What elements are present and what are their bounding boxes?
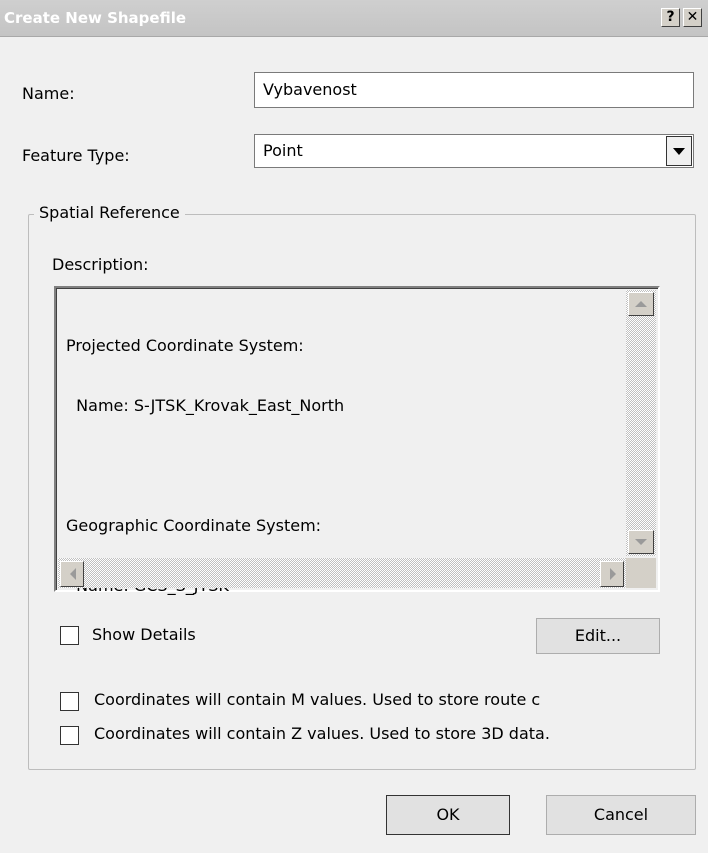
scroll-down-icon[interactable]	[628, 530, 654, 554]
feature-type-select[interactable]: Point	[254, 134, 694, 168]
ok-button[interactable]: OK	[386, 795, 510, 835]
m-values-checkbox[interactable]	[60, 692, 79, 711]
window-title: Create New Shapefile	[4, 9, 187, 27]
z-values-checkbox[interactable]	[60, 726, 79, 745]
m-values-label: Coordinates will contain M values. Used …	[94, 690, 541, 709]
feature-type-value: Point	[263, 141, 303, 160]
show-details-label: Show Details	[92, 625, 196, 644]
scroll-right-icon[interactable]	[600, 561, 624, 587]
scroll-left-icon[interactable]	[60, 561, 84, 587]
name-label: Name:	[22, 84, 75, 103]
z-values-label: Coordinates will contain Z values. Used …	[94, 724, 550, 743]
show-details-checkbox[interactable]	[60, 626, 79, 645]
spatial-reference-legend: Spatial Reference	[34, 203, 185, 222]
horizontal-scrollbar[interactable]	[58, 558, 626, 588]
close-button[interactable]: ✕	[683, 8, 702, 27]
name-input[interactable]: Vybavenost	[254, 72, 694, 108]
feature-type-label: Feature Type:	[22, 146, 130, 165]
close-icon: ✕	[686, 9, 699, 25]
description-label: Description:	[52, 255, 149, 274]
chevron-down-icon[interactable]	[666, 136, 692, 166]
title-bar: Create New Shapefile ? ✕	[0, 0, 708, 37]
cancel-button[interactable]: Cancel	[546, 795, 696, 835]
scroll-up-icon[interactable]	[628, 292, 654, 316]
vertical-scrollbar[interactable]	[626, 290, 656, 556]
help-button[interactable]: ?	[661, 8, 680, 27]
description-line: Geographic Coordinate System:	[66, 516, 322, 535]
description-line: Name: S-JTSK_Krovak_East_North	[66, 396, 345, 415]
description-line	[66, 456, 624, 476]
edit-button[interactable]: Edit...	[536, 618, 660, 654]
scrollbar-corner	[626, 558, 656, 588]
description-line: Projected Coordinate System:	[66, 336, 304, 355]
description-box[interactable]: Projected Coordinate System: Name: S-JTS…	[54, 286, 660, 595]
